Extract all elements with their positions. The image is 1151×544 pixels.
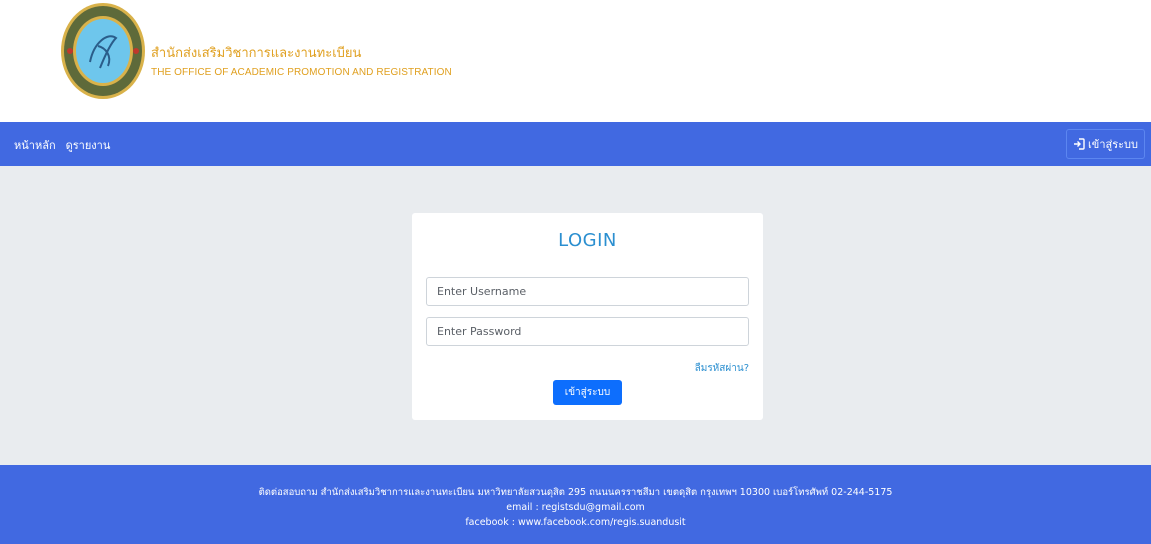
nav-item-view-report[interactable]: ดูรายงาน bbox=[66, 136, 111, 154]
brand-title-thai: สำนักส่งเสริมวิชาการและงานทะเบียน bbox=[151, 46, 362, 61]
site-footer: ติดต่อสอบถาม สำนักส่งเสริมวิชาการและงานท… bbox=[0, 465, 1151, 544]
footer-email: email : registsdu@gmail.com bbox=[506, 502, 645, 513]
nav-login-label: เข้าสู่ระบบ bbox=[1088, 138, 1138, 151]
main-content: LOGIN ลืมรหัสผ่าน? เข้าสู่ระบบ bbox=[0, 166, 1151, 465]
main-navbar: หน้าหลัก ดูรายงาน เข้าสู่ระบบ bbox=[0, 122, 1151, 166]
footer-contact: ติดต่อสอบถาม สำนักส่งเสริมวิชาการและงานท… bbox=[258, 487, 893, 498]
username-input[interactable] bbox=[426, 277, 749, 306]
login-card: LOGIN ลืมรหัสผ่าน? เข้าสู่ระบบ bbox=[412, 213, 763, 420]
nav-item-home[interactable]: หน้าหลัก bbox=[14, 136, 56, 154]
nav-login-button[interactable]: เข้าสู่ระบบ bbox=[1066, 129, 1145, 159]
site-header: สำนักส่งเสริมวิชาการและงานทะเบียน THE OF… bbox=[0, 0, 1151, 122]
footer-facebook: facebook : www.facebook.com/regis.suandu… bbox=[465, 517, 686, 528]
sign-in-icon bbox=[1074, 138, 1085, 150]
password-input[interactable] bbox=[426, 317, 749, 346]
nav-links: หน้าหลัก ดูรายงาน bbox=[14, 136, 110, 154]
suan-dusit-university-seal-icon bbox=[61, 3, 145, 99]
login-title: LOGIN bbox=[558, 230, 617, 251]
login-submit-button[interactable]: เข้าสู่ระบบ bbox=[553, 380, 622, 405]
forgot-password-link[interactable]: ลืมรหัสผ่าน? bbox=[695, 361, 749, 376]
brand-title-english: THE OFFICE OF ACADEMIC PROMOTION AND REG… bbox=[151, 67, 452, 78]
university-seal-logo[interactable] bbox=[60, 2, 146, 100]
brand-block: สำนักส่งเสริมวิชาการและงานทะเบียน THE OF… bbox=[151, 45, 452, 80]
